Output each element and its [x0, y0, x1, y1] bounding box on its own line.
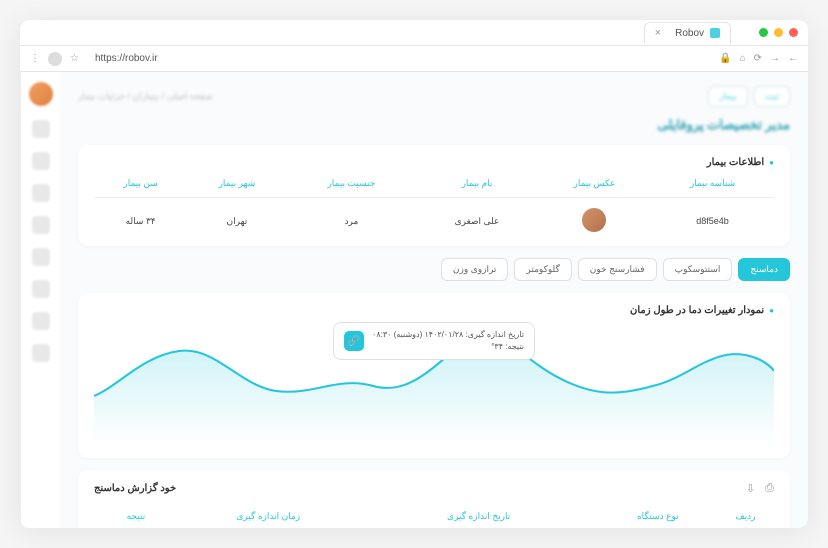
print-icon[interactable]: ⎙ [765, 482, 774, 495]
window-controls [759, 28, 798, 37]
table-actions: ⎙ ⇩ [746, 482, 774, 495]
col-age: سن بیمار [94, 178, 187, 198]
report-header: ⎙ ⇩ خود گزارش دماسنج [94, 482, 774, 495]
close-window-icon[interactable] [789, 28, 798, 37]
val-age: ۳۴ ساله [94, 198, 187, 235]
h-device: نوع دستگاه [599, 505, 717, 528]
sidebar-item-3[interactable] [32, 184, 50, 202]
chart-card: ● نمودار تغییرات دما در طول زمان تاریخ ا… [78, 293, 790, 458]
sidebar-item-1[interactable] [32, 120, 50, 138]
h-result: نتیجه [94, 505, 178, 528]
page-title: مدیر تخصیصات پروفایلی [78, 117, 790, 133]
patient-info-title: ● اطلاعات بیمار [94, 157, 774, 168]
tab-bloodpressure[interactable]: فشارسنج خون [578, 258, 657, 281]
top-button-1[interactable]: ثبت [754, 86, 790, 107]
browser-titlebar: Robov × [20, 20, 808, 46]
export-icon[interactable]: ⇩ [746, 482, 755, 495]
sidebar [20, 72, 60, 528]
top-button-2[interactable]: بیمار [708, 86, 748, 107]
col-city: شهر بیمار [187, 178, 286, 198]
link-icon: 🔗 [344, 331, 364, 351]
h-time: زمان اندازه گیری [178, 505, 359, 528]
main-content: ثبت بیمار صفحه اصلی / بیماران / جزئیات ب… [60, 72, 808, 528]
breadcrumb: صفحه اصلی / بیماران / جزئیات بیمار [78, 91, 213, 102]
tooltip-text: تاریخ اندازه گیری: ۱۴۰۲/۰۱/۲۸ (دوشنبه) ۰… [372, 329, 524, 353]
report-title: خود گزارش دماسنج [94, 483, 176, 494]
device-tabs: دماسنج استتوسکوپ فشارسنج خون گلوکومتر تر… [78, 258, 790, 281]
tab-close-icon[interactable]: × [655, 27, 661, 39]
bookmark-icon[interactable]: ☆ [70, 53, 79, 64]
chart-title: ● نمودار تغییرات دما در طول زمان [94, 305, 774, 316]
tab-title: Robov [675, 28, 704, 39]
patient-row: d8f5e4b علی اصغری مرد تهران ۳۴ ساله [94, 198, 774, 235]
report-table: ردیف نوع دستگاه تاریخ اندازه گیری زمان ا… [94, 505, 774, 528]
home-icon[interactable]: ⌂ [740, 53, 746, 64]
title-dot-icon: ● [769, 158, 774, 167]
sidebar-item-8[interactable] [32, 344, 50, 362]
maximize-window-icon[interactable] [759, 28, 768, 37]
chart-tooltip: تاریخ اندازه گیری: ۱۴۰۲/۰۱/۲۸ (دوشنبه) ۰… [333, 322, 535, 360]
sidebar-avatar[interactable] [29, 82, 53, 106]
val-id: d8f5e4b [651, 198, 774, 235]
h-row: ردیف [717, 505, 774, 528]
tab-thermometer[interactable]: دماسنج [738, 258, 790, 281]
col-photo: عکس بیمار [538, 178, 651, 198]
tab-favicon-icon [710, 28, 720, 38]
title-dot-icon: ● [769, 306, 774, 315]
forward-icon[interactable]: → [770, 53, 780, 64]
patient-photo-icon [582, 208, 606, 232]
top-actions: ثبت بیمار [708, 86, 790, 107]
report-title-text: خود گزارش دماسنج [94, 483, 176, 494]
back-icon[interactable]: ← [788, 53, 798, 64]
sidebar-item-2[interactable] [32, 152, 50, 170]
patient-info-card: ● اطلاعات بیمار شناسه بیمار عکس بیمار نا… [78, 145, 790, 246]
minimize-window-icon[interactable] [774, 28, 783, 37]
val-city: تهران [187, 198, 286, 235]
val-name: علی اصغری [416, 198, 538, 235]
lock-icon: 🔒 [719, 53, 731, 64]
sidebar-item-5[interactable] [32, 248, 50, 266]
patient-info-table: شناسه بیمار عکس بیمار نام بیمار جنسیت بی… [94, 178, 774, 234]
report-card: ⎙ ⇩ خود گزارش دماسنج ردیف نوع دستگاه تار… [78, 470, 790, 528]
col-name: نام بیمار [416, 178, 538, 198]
page-viewport: ثبت بیمار صفحه اصلی / بیماران / جزئیات ب… [20, 72, 808, 528]
tab-scale[interactable]: ترازوی وزن [441, 258, 509, 281]
col-gender: جنسیت بیمار [287, 178, 417, 198]
tab-glucometer[interactable]: گلوکومتر [514, 258, 571, 281]
chart-area: تاریخ اندازه گیری: ۱۴۰۲/۰۱/۲۸ (دوشنبه) ۰… [94, 326, 774, 446]
browser-window: Robov × ← → ⟳ ⌂ 🔒 https://robov.ir ☆ ⋮ ث… [20, 20, 808, 528]
col-id: شناسه بیمار [651, 178, 774, 198]
page-topbar: ثبت بیمار صفحه اصلی / بیماران / جزئیات ب… [78, 86, 790, 107]
reload-icon[interactable]: ⟳ [754, 53, 762, 64]
browser-addressbar: ← → ⟳ ⌂ 🔒 https://robov.ir ☆ ⋮ [20, 46, 808, 72]
val-photo [538, 198, 651, 235]
val-gender: مرد [287, 198, 417, 235]
profile-avatar-icon[interactable] [48, 52, 62, 66]
sidebar-item-4[interactable] [32, 216, 50, 234]
menu-icon[interactable]: ⋮ [30, 53, 40, 64]
h-date: تاریخ اندازه گیری [359, 505, 599, 528]
sidebar-item-6[interactable] [32, 280, 50, 298]
chart-title-text: نمودار تغییرات دما در طول زمان [630, 305, 764, 316]
url-field[interactable]: https://robov.ir [87, 53, 711, 64]
sidebar-item-7[interactable] [32, 312, 50, 330]
browser-tab[interactable]: Robov × [644, 22, 731, 43]
patient-info-title-text: اطلاعات بیمار [707, 157, 764, 168]
tab-stethoscope[interactable]: استتوسکوپ [663, 258, 733, 281]
